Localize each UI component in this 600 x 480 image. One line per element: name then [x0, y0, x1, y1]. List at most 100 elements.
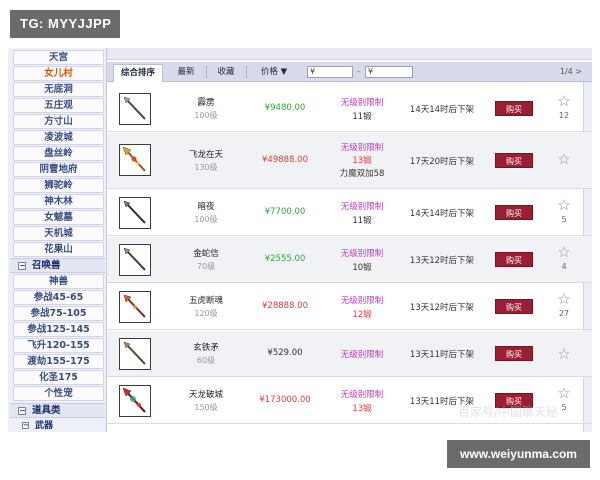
star-outline-icon[interactable]: [558, 387, 570, 399]
favorite-count: 5: [561, 215, 567, 224]
item-thumbnail[interactable]: [119, 93, 151, 125]
tab-newest[interactable]: 最新: [169, 64, 203, 80]
level-limit: 无级别限制: [340, 249, 384, 259]
level-limit: 无级别限制: [340, 296, 384, 306]
buy-button[interactable]: 购买: [495, 205, 533, 220]
watermark-bottom-right: www.weiyunma.com: [447, 440, 590, 468]
item-name: 霹雳: [197, 98, 215, 108]
star-outline-icon[interactable]: [558, 348, 570, 360]
item-thumbnail[interactable]: [119, 291, 151, 323]
expire-time: 13天11时后下架: [409, 350, 475, 360]
watermark-top-left: TG: MYYJJPP: [10, 10, 120, 38]
listing-row[interactable]: 五虎断魂 120级 ¥28888.00 无级别限制 12锻 13天12时后下架 …: [107, 284, 592, 330]
pagination[interactable]: 1/4 >: [560, 66, 582, 78]
sidebar-group-summons[interactable]: − 召唤兽: [10, 258, 105, 273]
attribute-bonus: 力魔双加58: [339, 169, 385, 179]
level-limit: 无级别限制: [340, 390, 384, 400]
item-price: ¥7700.00: [264, 207, 306, 217]
sidebar-item-nvbamu[interactable]: 女魃墓: [13, 210, 104, 225]
star-outline-icon[interactable]: [558, 153, 570, 165]
sort-toolbar: 综合排序 最新 收藏 价格 ▼ ¥ - ¥ 1/4 >: [107, 62, 592, 82]
expire-time: 14天14时后下架: [409, 209, 475, 219]
spear-icon: [122, 146, 146, 172]
item-price: ¥49888.00: [262, 155, 308, 165]
sidebar-item-feisheng-120-155[interactable]: 飞升120-155: [13, 338, 104, 353]
buy-button[interactable]: 购买: [495, 153, 533, 168]
listing-row[interactable]: 霹雳 100级 ¥9480.00 无级别限制 11锻 14天14时后下架 购买 …: [107, 86, 592, 132]
favorite-count: 4: [561, 262, 567, 271]
category-sidebar: 天宫 女儿村 无底洞 五庄观 方寸山 凌波城 盘丝岭 阴曹地府 狮驼岭 神木林 …: [8, 48, 107, 432]
item-level: 100级: [194, 215, 218, 224]
sidebar-item-shenmulin[interactable]: 神木林: [13, 194, 104, 209]
item-price: ¥2555.00: [264, 254, 306, 264]
sidebar-item-shenshou[interactable]: 神兽: [13, 274, 104, 289]
sidebar-item-huaguoshan[interactable]: 花果山: [13, 242, 104, 257]
star-outline-icon[interactable]: [558, 246, 570, 258]
price-max-input[interactable]: ¥: [365, 66, 413, 78]
tab-price-sort[interactable]: 价格 ▼: [251, 64, 297, 80]
sidebar-item-canzhan-75-105[interactable]: 参战75-105: [13, 306, 104, 321]
buy-button[interactable]: 购买: [495, 252, 533, 267]
level-limit: 无级别限制: [340, 98, 384, 108]
expire-time: 14天14时后下架: [409, 105, 475, 115]
level-limit: 无级别限制: [340, 143, 384, 153]
listing-row[interactable]: 玄铁矛 60级 ¥529.00 无级别限制 13天11时后下架 购买: [107, 331, 592, 377]
tab-sort-all[interactable]: 综合排序: [113, 64, 163, 82]
item-thumbnail[interactable]: [119, 385, 151, 417]
spear-icon: [123, 294, 146, 318]
buy-button[interactable]: 购买: [495, 346, 533, 361]
item-name: 暗夜: [197, 202, 215, 212]
sidebar-item-lingbocheng[interactable]: 凌波城: [13, 130, 104, 145]
sidebar-item-dujie-155-175[interactable]: 渡劫155-175: [13, 354, 104, 369]
buy-button[interactable]: 购买: [495, 101, 533, 116]
tab-favorite[interactable]: 收藏: [209, 64, 243, 80]
item-level: 70级: [196, 262, 216, 271]
sidebar-item-pansiling[interactable]: 盘丝岭: [13, 146, 104, 161]
item-price: ¥173000.00: [259, 395, 311, 405]
sidebar-item-canzhan-125-145[interactable]: 参战125-145: [13, 322, 104, 337]
spear-icon: [123, 200, 146, 224]
sidebar-item-shituoling[interactable]: 狮驼岭: [13, 178, 104, 193]
sidebar-item-wudidong[interactable]: 无底洞: [13, 82, 104, 97]
buy-button[interactable]: 购买: [495, 299, 533, 314]
star-outline-icon[interactable]: [558, 199, 570, 211]
favorite-count: 12: [558, 111, 570, 120]
item-price: ¥529.00: [267, 348, 303, 358]
sidebar-item-nvercun[interactable]: 女儿村: [13, 66, 104, 81]
sidebar-group-items[interactable]: − 道具类: [10, 403, 105, 418]
sidebar-item-huasheng-175[interactable]: 化圣175: [13, 370, 104, 385]
sidebar-item-tiangong[interactable]: 天宫: [13, 50, 104, 65]
star-outline-icon[interactable]: [558, 95, 570, 107]
listing-row[interactable]: 金蛇信 70级 ¥2555.00 无级别限制 10锻 13天12时后下架 购买 …: [107, 237, 592, 283]
item-level: 60级: [196, 356, 216, 365]
listing-row[interactable]: 暗夜 100级 ¥7700.00 无级别限制 11锻 14天14时后下架 购买 …: [107, 190, 592, 236]
sidebar-item-tianjicheng[interactable]: 天机城: [13, 226, 104, 241]
item-level: 130级: [194, 163, 218, 172]
forge-level: 10锻: [352, 263, 372, 273]
sidebar-subgroup-weapons[interactable]: − 武器: [22, 420, 92, 432]
price-min-input[interactable]: ¥: [307, 66, 353, 78]
sidebar-item-canzhan-45-65[interactable]: 参战45-65: [13, 290, 104, 305]
spear-icon: [123, 96, 146, 120]
expire-time: 13天12时后下架: [409, 256, 475, 266]
item-thumbnail[interactable]: [119, 244, 151, 276]
star-outline-icon[interactable]: [558, 293, 570, 305]
item-thumbnail[interactable]: [119, 197, 151, 229]
item-level: 150级: [194, 403, 218, 412]
collapse-icon[interactable]: −: [18, 261, 26, 270]
sidebar-group-label: 道具类: [32, 405, 61, 416]
item-thumbnail[interactable]: [119, 144, 151, 176]
forge-level: 13锻: [352, 404, 372, 414]
forge-level: 11锻: [352, 216, 372, 226]
item-thumbnail[interactable]: [119, 338, 151, 370]
listing-row[interactable]: 飞龙在天 130级 ¥49888.00 无级别限制 13锻 力魔双加58 17天…: [107, 133, 592, 189]
forge-level: 13锻: [352, 156, 372, 166]
sidebar-item-wuzhuangguan[interactable]: 五庄观: [13, 98, 104, 113]
sidebar-item-fangcunshan[interactable]: 方寸山: [13, 114, 104, 129]
sidebar-item-gexingchong[interactable]: 个性宠: [13, 386, 104, 401]
collapse-icon[interactable]: −: [18, 406, 26, 415]
collapse-icon[interactable]: −: [22, 422, 29, 429]
sidebar-item-yincaodifu[interactable]: 阴曹地府: [13, 162, 104, 177]
item-name: 玄铁矛: [193, 343, 219, 353]
toolbar-divider: [246, 66, 247, 78]
